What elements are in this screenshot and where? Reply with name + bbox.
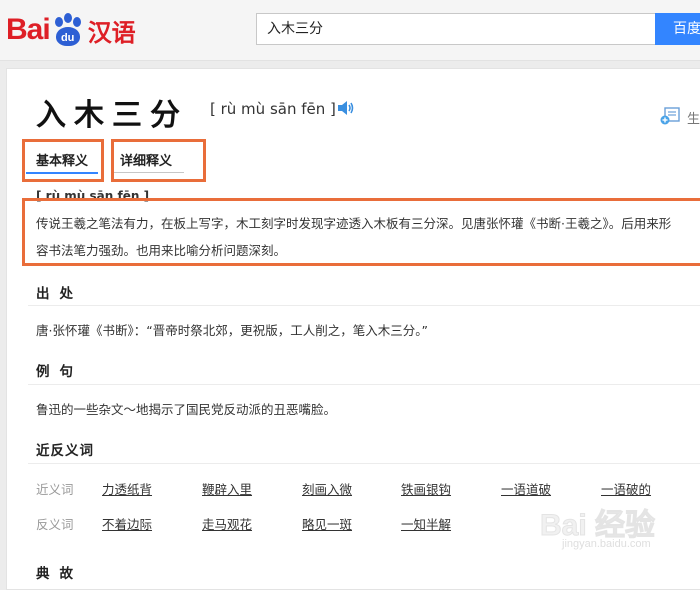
logo-bai: Bai: [6, 13, 51, 46]
speaker-icon[interactable]: [337, 100, 355, 116]
antonym-link[interactable]: 不着边际: [102, 514, 152, 533]
synonym-link[interactable]: 鞭辟入里: [202, 479, 252, 498]
synonym-link[interactable]: 一语破的: [601, 479, 651, 498]
divider: [28, 384, 700, 385]
synonym-link[interactable]: 力透纸背: [102, 479, 152, 498]
baidu-hanyu-logo[interactable]: Bai du 汉语: [6, 10, 136, 50]
antonym-label: 反义词: [36, 517, 74, 532]
generate-label[interactable]: 生: [687, 108, 700, 127]
section-title-source: 出处: [36, 286, 83, 302]
highlight-box-detail-tab: [111, 139, 206, 182]
logo-du: du: [55, 27, 80, 46]
section-title-example: 例句: [36, 364, 83, 380]
watermark-url: jingyan.baidu.com: [562, 538, 651, 550]
antonym-link[interactable]: 略见一斑: [302, 514, 352, 533]
logo-hanyu: 汉语: [87, 18, 136, 47]
antonym-link[interactable]: 走马观花: [202, 514, 252, 533]
top-bar: Bai du 汉语 入木三分 百度: [0, 0, 700, 61]
generate-image-icon[interactable]: [660, 107, 680, 125]
divider: [28, 463, 700, 464]
search-button[interactable]: 百度: [655, 13, 700, 45]
word-title: 入木三分: [36, 98, 188, 133]
synonym-link[interactable]: 一语道破: [501, 479, 551, 498]
paw-icon: du: [51, 13, 85, 47]
synonym-label: 近义词: [36, 482, 74, 497]
word-pinyin: [ rù mù sān fēn ]: [210, 100, 336, 118]
highlight-box-basic-tab: [22, 139, 104, 182]
highlight-box-definition: [22, 198, 700, 266]
jingyan-watermark: Bai 经验 jingyan.baidu.com: [539, 500, 700, 560]
example-text: 鲁迅的一些杂文～地揭示了国民党反动派的丑恶嘴脸。: [36, 402, 337, 417]
synonym-link[interactable]: 铁画银钩: [401, 479, 451, 498]
source-text: 唐·张怀瓘《书断》：“晋帝时祭北郊，更祝版，工人削之，笔入木三分。”: [36, 323, 428, 338]
section-title-story: 典故: [36, 566, 83, 582]
divider: [28, 305, 700, 306]
antonym-link[interactable]: 一知半解: [401, 514, 451, 533]
section-title-synonyms: 近反义词: [36, 443, 94, 459]
synonym-link[interactable]: 刻画入微: [302, 479, 352, 498]
search-input[interactable]: 入木三分: [256, 13, 655, 45]
